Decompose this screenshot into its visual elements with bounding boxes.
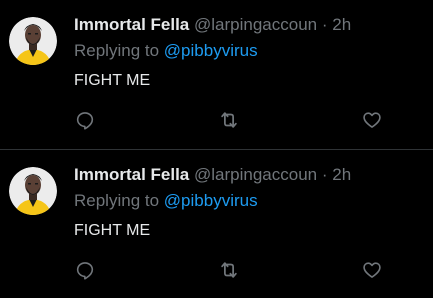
- retweet-button[interactable]: [217, 258, 241, 282]
- display-name[interactable]: Immortal Fella: [74, 15, 189, 34]
- retweet-button[interactable]: [217, 108, 241, 132]
- reply-icon: [76, 112, 94, 130]
- replying-to-label: Replying to: [74, 191, 160, 210]
- avatar-image: [9, 17, 57, 65]
- replying-to-line: Replying to @pibbyvirus: [74, 40, 258, 62]
- reply-button[interactable]: [73, 258, 97, 282]
- display-name[interactable]: Immortal Fella: [74, 165, 189, 184]
- retweet-icon: [221, 262, 237, 278]
- retweet-icon: [221, 112, 237, 128]
- replying-to-label: Replying to: [74, 41, 160, 60]
- reply-button[interactable]: [73, 108, 97, 132]
- tweet-header: Immortal Fella @larpingaccoun · 2h: [74, 164, 429, 186]
- replying-to-line: Replying to @pibbyvirus: [74, 190, 258, 212]
- timestamp[interactable]: 2h: [332, 165, 351, 184]
- separator-dot: ·: [321, 165, 328, 184]
- like-button[interactable]: [360, 108, 384, 132]
- avatar-image: [9, 167, 57, 215]
- like-icon: [363, 112, 381, 128]
- avatar[interactable]: [9, 167, 57, 215]
- user-handle[interactable]: @larpingaccoun: [194, 165, 317, 184]
- like-icon: [363, 262, 381, 278]
- like-button[interactable]: [360, 258, 384, 282]
- separator-dot: ·: [321, 15, 328, 34]
- user-handle[interactable]: @larpingaccoun: [194, 15, 317, 34]
- replying-to-link[interactable]: @pibbyvirus: [164, 41, 258, 60]
- tweet-text: FIGHT ME: [74, 72, 151, 89]
- tweet-header: Immortal Fella @larpingaccoun · 2h: [74, 14, 429, 36]
- tweet-feed: Immortal Fella @larpingaccoun · 2h Reply…: [0, 0, 433, 298]
- replying-to-link[interactable]: @pibbyvirus: [164, 191, 258, 210]
- reply-icon: [76, 262, 94, 280]
- timestamp[interactable]: 2h: [332, 15, 351, 34]
- tweet-text: FIGHT ME: [74, 222, 151, 239]
- tweet[interactable]: Immortal Fella @larpingaccoun · 2h Reply…: [0, 0, 433, 150]
- avatar[interactable]: [9, 17, 57, 65]
- tweet[interactable]: Immortal Fella @larpingaccoun · 2h Reply…: [0, 150, 433, 298]
